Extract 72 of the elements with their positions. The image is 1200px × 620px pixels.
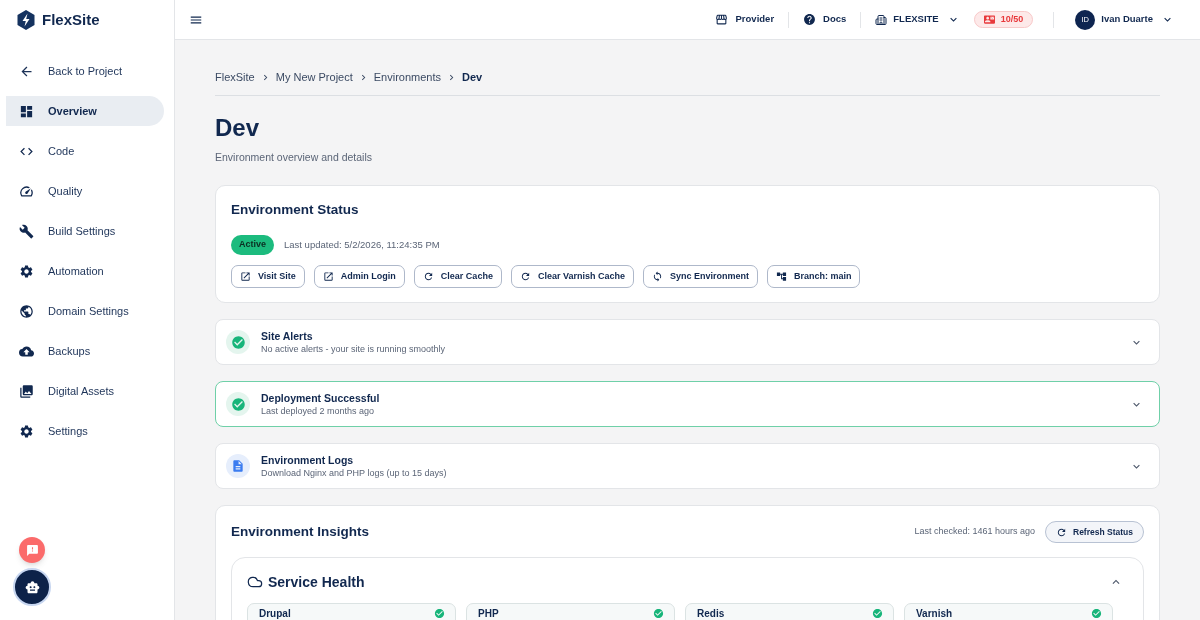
card-title: Environment Status (231, 201, 360, 219)
refresh-status-button[interactable]: Refresh Status (1045, 521, 1144, 543)
docs-button[interactable]: Docs (803, 12, 847, 27)
sidebar-item[interactable]: Code (6, 136, 164, 166)
gear-icon (19, 263, 34, 279)
collapsible-panel[interactable]: Environment Logs Download Nginx and PHP logs (up to 15 days) (215, 443, 1160, 489)
page-subtitle: Environment overview and details (215, 150, 373, 165)
sidebar-item[interactable]: Digital Assets (6, 376, 164, 406)
breadcrumb-current: Dev (462, 69, 483, 85)
robot-icon (24, 579, 40, 595)
breadcrumb-link[interactable]: FlexSite (215, 68, 255, 86)
feedback-button[interactable] (19, 537, 45, 563)
action-button[interactable]: Clear Varnish Cache (510, 265, 634, 288)
help-icon (803, 13, 817, 26)
service-name: Redis (697, 608, 725, 619)
collapsible-panel[interactable]: Site Alerts No active alerts - your site is running smoothly (215, 319, 1160, 365)
branch-tree-icon (775, 271, 787, 282)
building-icon (875, 13, 888, 26)
sidebar-item[interactable]: Quality (6, 176, 164, 206)
service-name: Varnish (916, 608, 953, 619)
section-title: Service Health (268, 572, 365, 592)
gauge-icon (19, 183, 34, 199)
globe-icon (19, 303, 34, 319)
action-button[interactable]: Sync Environment (642, 265, 758, 288)
service-name: Drupal (259, 608, 291, 619)
card-title: Environment Insights (231, 523, 369, 541)
panel-title: Environment Logs (261, 453, 355, 467)
sidebar-item[interactable]: Backups (6, 336, 164, 366)
panel-description: Last deployed 2 months ago (261, 404, 376, 417)
refresh-icon (519, 271, 531, 282)
panel-title: Deployment Successful (261, 391, 380, 405)
dashboard-grid-icon (19, 103, 34, 119)
action-button[interactable]: Admin Login (313, 265, 405, 288)
refresh-icon (1056, 526, 1067, 538)
action-button[interactable]: Branch: main (766, 265, 861, 288)
logo-text: FlexSite (42, 9, 100, 30)
back-to-project-link[interactable]: Back to Project (6, 56, 164, 86)
panel-description: Download Nginx and PHP logs (up to 15 days) (261, 466, 447, 479)
refresh-icon (422, 271, 434, 282)
contact-card-icon (983, 14, 995, 25)
document-icon (226, 454, 250, 478)
sidebar-item[interactable]: Automation (6, 256, 164, 286)
action-button[interactable]: Clear Cache (413, 265, 502, 288)
assistant-bot-button[interactable] (13, 568, 51, 606)
sync-icon (651, 271, 663, 282)
sidebar-item[interactable]: Build Settings (6, 216, 164, 246)
service-name: PHP (478, 608, 499, 619)
usage-badge: 10/50 (973, 11, 1034, 28)
collapsible-panel[interactable]: Deployment Successful Last deployed 2 months ago (215, 381, 1160, 427)
action-button[interactable]: Visit Site (231, 265, 305, 288)
page-title: Dev (215, 113, 261, 143)
photo-library-icon (19, 383, 34, 399)
panel-title: Site Alerts (261, 329, 314, 343)
provider-button[interactable]: Provider (714, 12, 775, 27)
external-link-icon (240, 271, 251, 282)
sidebar-item[interactable]: Overview (6, 96, 164, 126)
breadcrumb-link[interactable]: Environments (373, 68, 442, 86)
gear-icon (19, 423, 34, 439)
last-checked-text: Last checked: 1461 hours ago (914, 525, 1035, 539)
wrench-icon (19, 223, 34, 239)
status-badge: Active (231, 235, 274, 255)
panel-description: No active alerts - your site is running smoothly (261, 342, 446, 355)
sidebar-item[interactable]: Domain Settings (6, 296, 164, 326)
organization-dropdown[interactable]: FLEXSITE (875, 12, 960, 27)
logo-icon (17, 10, 35, 30)
external-link-icon (322, 271, 334, 282)
breadcrumb-link[interactable]: My New Project (275, 68, 353, 86)
feedback-bubble-icon (25, 543, 39, 557)
sidebar-item[interactable]: Settings (6, 416, 164, 446)
last-updated-text: Last updated: 5/2/2026, 11:24:35 PM (284, 237, 440, 252)
cloud-icon (247, 574, 263, 590)
store-icon (714, 13, 728, 26)
